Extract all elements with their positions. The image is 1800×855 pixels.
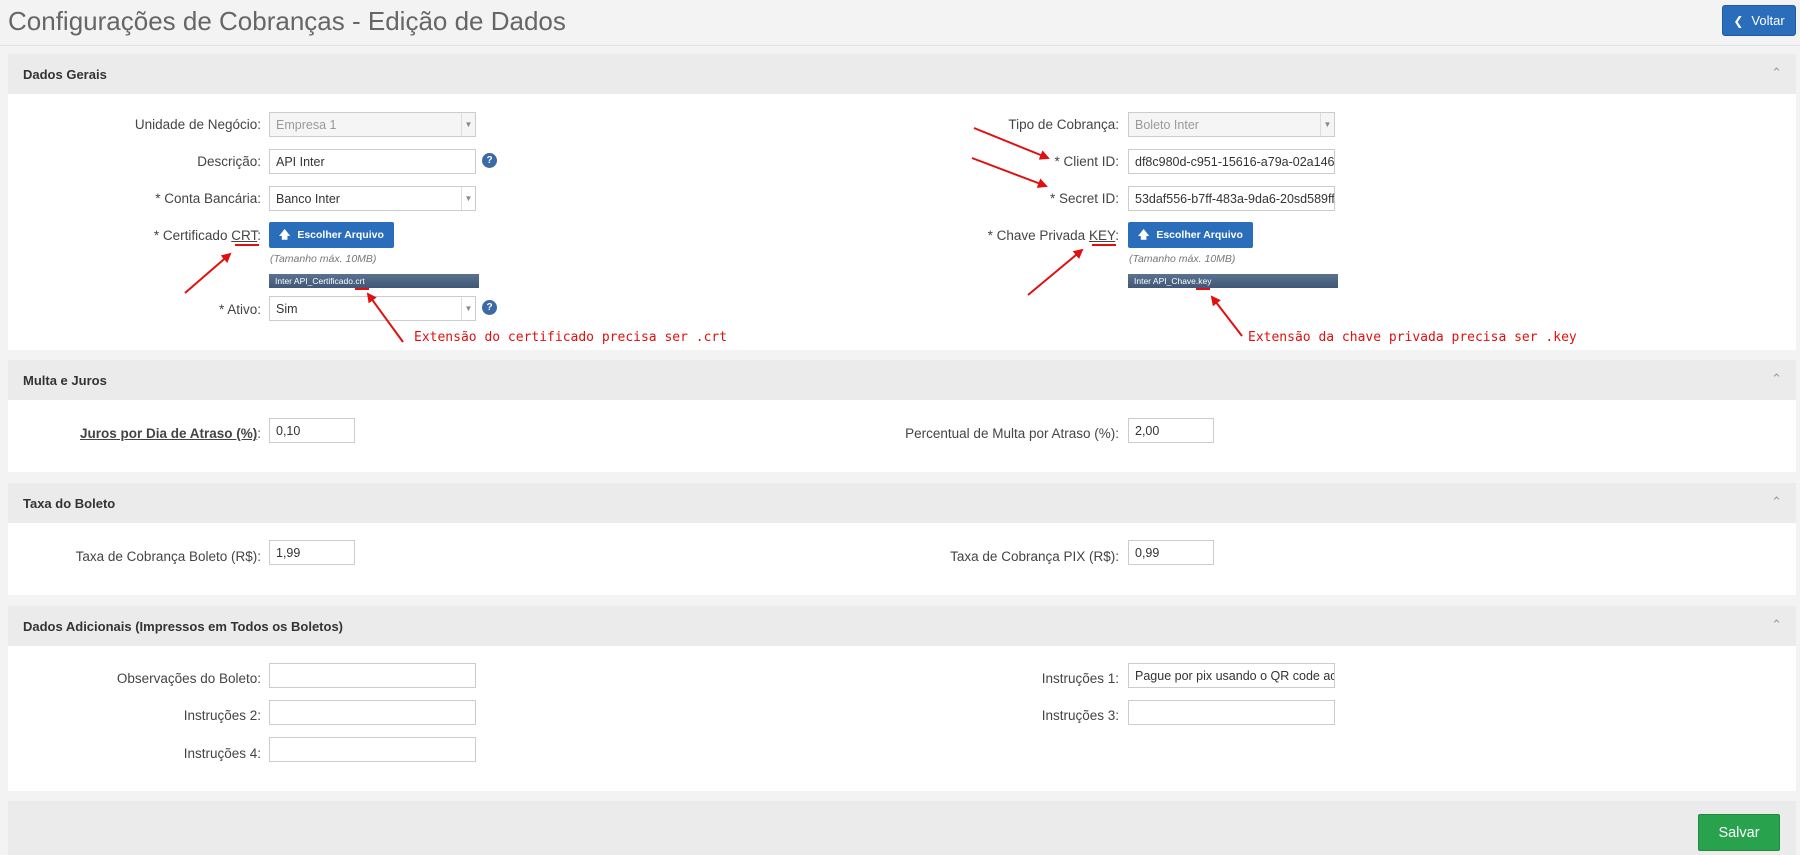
chevron-up-icon[interactable]: ⌃	[1771, 65, 1782, 81]
unit-select[interactable]: Empresa 1 ▼	[269, 112, 476, 137]
choose-certificate-button[interactable]: 🡅 Escolher Arquivo	[269, 222, 394, 248]
panel-fines: Multa e Juros ⌃	[8, 360, 1796, 472]
pix-fee-label: Taxa de Cobrança PIX (R$):	[950, 549, 1119, 564]
max-size-hint: (Tamanho máx. 10MB)	[270, 253, 377, 265]
private-key-label-colon: :	[1115, 228, 1119, 243]
active-select-value: Sim	[276, 302, 298, 316]
fine-input[interactable]: 2,00	[1128, 418, 1214, 443]
interest-input[interactable]: 0,10	[269, 418, 355, 443]
back-button[interactable]: ❮ Voltar	[1722, 5, 1796, 36]
boleto-notes-input[interactable]	[269, 663, 476, 688]
description-label: Descrição:	[197, 154, 261, 169]
chevron-up-icon[interactable]: ⌃	[1771, 617, 1782, 633]
instructions-3-input[interactable]	[1128, 700, 1335, 725]
annotation-underline	[1196, 288, 1210, 290]
unit-label: Unidade de Negócio:	[134, 117, 261, 132]
annotation-crt: Extensão do certificado precisa ser .crt	[414, 330, 728, 345]
panel-extra-title: Dados Adicionais (Impressos em Todos os …	[23, 619, 344, 634]
description-input[interactable]: API Inter	[269, 149, 476, 174]
fine-label: Percentual de Multa por Atraso (%):	[905, 426, 1119, 441]
bank-account-value: Banco Inter	[276, 192, 340, 206]
pix-fee-input[interactable]: 0,99	[1128, 540, 1214, 565]
panel-fines-header[interactable]: Multa e Juros ⌃	[8, 360, 1796, 400]
instructions-2-label: Instruções 2:	[183, 708, 261, 723]
boleto-notes-label: Observações do Boleto:	[116, 671, 261, 686]
chevron-up-icon[interactable]: ⌃	[1771, 371, 1782, 387]
back-button-label: Voltar	[1751, 13, 1785, 28]
choose-file-label: Escolher Arquivo	[1156, 229, 1243, 241]
certificate-label-colon: :	[257, 228, 261, 243]
private-key-label-text: * Chave Privada	[987, 228, 1089, 243]
annotation-underline	[1092, 244, 1116, 246]
private-key-label-key: KEY	[1088, 228, 1116, 243]
billing-type-label: Tipo de Cobrança:	[1008, 117, 1119, 132]
panel-fee-header[interactable]: Taxa do Boleto ⌃	[8, 483, 1796, 523]
panel-general-title: Dados Gerais	[23, 67, 107, 82]
choose-key-button[interactable]: 🡅 Escolher Arquivo	[1128, 222, 1253, 248]
unit-select-value: Empresa 1	[276, 118, 337, 132]
annotation-underline	[235, 244, 259, 246]
dropdown-arrow-icon: ▼	[461, 113, 475, 136]
choose-file-label: Escolher Arquivo	[297, 229, 384, 241]
interest-label-text: Juros por Dia de Atraso (%)	[79, 426, 258, 441]
instructions-4-input[interactable]	[269, 737, 476, 762]
instructions-1-label: Instruções 1:	[1041, 671, 1119, 686]
panel-fee: Taxa do Boleto ⌃	[8, 483, 1796, 595]
certificate-label-key: CRT	[231, 228, 258, 243]
annotation-underline	[355, 288, 369, 290]
client-id-label: * Client ID:	[1054, 154, 1119, 169]
max-size-hint: (Tamanho máx. 10MB)	[1129, 253, 1236, 265]
instructions-1-input[interactable]: Pague por pix usando o QR code acima	[1128, 663, 1335, 688]
upload-icon: 🡅	[1138, 228, 1150, 241]
chevron-up-icon[interactable]: ⌃	[1771, 494, 1782, 510]
billing-type-value: Boleto Inter	[1135, 118, 1199, 132]
dropdown-arrow-icon: ▼	[1320, 113, 1334, 136]
secret-id-label: * Secret ID:	[1049, 191, 1119, 206]
interest-label-colon: :	[257, 426, 261, 441]
key-file-name: Inter API_Chave.key	[1128, 274, 1338, 288]
panel-general-header[interactable]: Dados Gerais ⌃	[8, 54, 1796, 94]
panel-extra: Dados Adicionais (Impressos em Todos os …	[8, 606, 1796, 791]
chevron-left-icon: ❮	[1733, 13, 1744, 28]
panel-fines-title: Multa e Juros	[23, 373, 107, 388]
help-icon[interactable]: ?	[482, 300, 497, 315]
instructions-4-label: Instruções 4:	[183, 746, 261, 761]
secret-id-input[interactable]: 53daf556-b7ff-483a-9da6-20sd589ff	[1128, 186, 1335, 211]
interest-label: Juros por Dia de Atraso (%):	[80, 426, 261, 441]
panel-fee-title: Taxa do Boleto	[23, 496, 116, 511]
certificate-file-name: Inter API_Certificado.crt	[269, 274, 479, 288]
instructions-3-label: Instruções 3:	[1041, 708, 1119, 723]
client-id-input[interactable]: df8c980d-c951-15616-a79a-02a146f	[1128, 149, 1335, 174]
page-title: Configurações de Cobranças - Edição de D…	[8, 6, 566, 36]
active-label: * Ativo:	[218, 302, 261, 317]
save-button[interactable]: Salvar	[1698, 814, 1780, 851]
annotation-key: Extensão da chave privada precisa ser .k…	[1248, 330, 1577, 345]
help-icon[interactable]: ?	[482, 153, 497, 168]
certificate-label: * Certificado CRT:	[154, 228, 261, 243]
footer-bar: Salvar	[8, 801, 1796, 855]
dropdown-arrow-icon: ▼	[461, 297, 475, 320]
bank-account-select[interactable]: Banco Inter ▼	[269, 186, 476, 211]
page-header: Configurações de Cobranças - Edição de D…	[0, 0, 1800, 46]
boleto-fee-input[interactable]: 1,99	[269, 540, 355, 565]
active-select[interactable]: Sim ▼	[269, 296, 476, 321]
private-key-label: * Chave Privada KEY:	[988, 228, 1119, 243]
bank-account-label: * Conta Bancária:	[155, 191, 261, 206]
instructions-2-input[interactable]	[269, 700, 476, 725]
boleto-fee-label: Taxa de Cobrança Boleto (R$):	[75, 549, 261, 564]
billing-type-select[interactable]: Boleto Inter ▼	[1128, 112, 1335, 137]
dropdown-arrow-icon: ▼	[461, 187, 475, 210]
certificate-label-text: * Certificado	[153, 228, 232, 243]
upload-icon: 🡅	[279, 228, 291, 241]
panel-extra-header[interactable]: Dados Adicionais (Impressos em Todos os …	[8, 606, 1796, 646]
